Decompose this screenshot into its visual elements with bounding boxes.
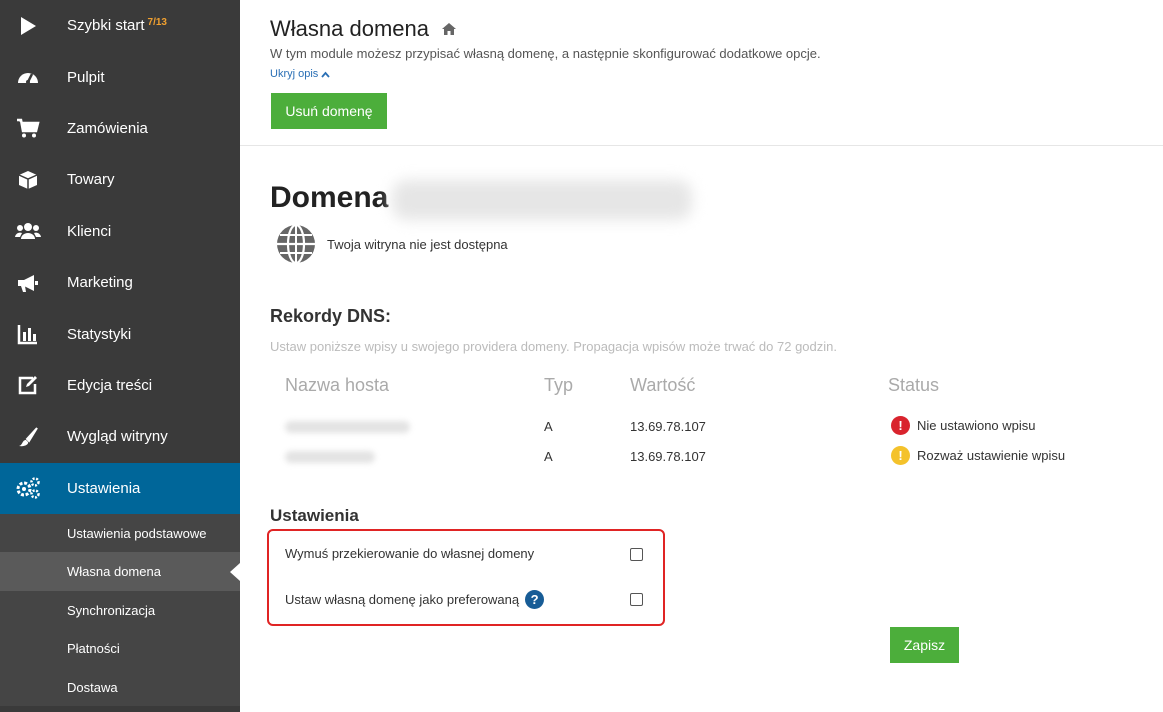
column-header-type: Typ [544, 375, 574, 395]
sidebar-item-pulpit[interactable]: Pulpit [0, 51, 240, 102]
play-icon [15, 13, 41, 39]
record-status: ! Nie ustawiono wpisu [891, 416, 1036, 435]
dns-description: Ustaw poniższe wpisy u swojego providera… [270, 339, 837, 354]
sidebar-item-label: Statystyki [67, 325, 132, 343]
sidebar-item-zamowienia[interactable]: Zamówienia [0, 103, 240, 154]
page-description: W tym module możesz przypisać własną dom… [270, 46, 821, 61]
sidebar-item-label: Szybki start [67, 17, 145, 35]
sidebar-item-label: Klienci [67, 222, 112, 240]
submenu-item-synchronizacja[interactable]: Synchronizacja [0, 591, 240, 630]
error-icon: ! [891, 416, 910, 435]
blurred-hostname [285, 451, 375, 463]
sidebar-item-label: Marketing [67, 274, 133, 292]
column-header-value: Wartość [630, 375, 696, 395]
highlight-box [267, 529, 665, 626]
sidebar-item-label: Wygląd witryny [67, 428, 168, 446]
option-force-redirect: Wymuś przekierowanie do własnej domeny [285, 546, 534, 561]
record-status-text: Nie ustawiono wpisu [917, 418, 1036, 433]
hide-description-link[interactable]: Ukryj opis [270, 68, 330, 80]
settings-submenu: Ustawienia podstawowe Własna domena Sync… [0, 513, 240, 707]
sidebar-item-klienci[interactable]: Klienci [0, 206, 240, 257]
record-status-text: Rozważ ustawienie wpisu [917, 448, 1066, 463]
globe-icon [274, 222, 318, 266]
megaphone-icon [15, 270, 41, 296]
option-label: Ustaw własną domenę jako preferowaną [285, 592, 520, 607]
sidebar: Szybki start 7/13 Pulpit Zamówienia Towar… [0, 0, 240, 712]
domain-title: Domena [270, 181, 389, 214]
progress-badge: 7/13 [147, 17, 167, 29]
sidebar-item-towary[interactable]: Towary [0, 154, 240, 205]
warning-icon: ! [891, 446, 910, 465]
sidebar-item-statystyki[interactable]: Statystyki [0, 308, 240, 359]
blurred-domain-name [392, 180, 692, 220]
sidebar-item-label: Towary [67, 171, 115, 189]
main-content: Własna domena W tym module możesz przypi… [240, 0, 1163, 712]
cart-icon [15, 115, 41, 141]
users-icon [15, 218, 41, 244]
record-status: ! Rozważ ustawienie wpisu [891, 446, 1065, 465]
page-title-text: Własna domena [270, 16, 429, 41]
edit-icon [15, 372, 41, 398]
divider [240, 145, 1163, 146]
brush-icon [15, 424, 41, 450]
sidebar-item-ustawienia[interactable]: Ustawienia [0, 462, 240, 514]
submenu-item-ustawienia-podstawowe[interactable]: Ustawienia podstawowe [0, 514, 240, 553]
submenu-item-wlasna-domena[interactable]: Własna domena [0, 552, 240, 591]
sidebar-item-szybki-start[interactable]: Szybki start 7/13 [0, 0, 240, 51]
option-label: Wymuś przekierowanie do własnej domeny [285, 546, 535, 561]
sidebar-item-wyglad-witryny[interactable]: Wygląd witryny [0, 411, 240, 462]
home-icon[interactable] [441, 16, 457, 42]
preferred-domain-checkbox[interactable] [630, 593, 643, 606]
force-redirect-checkbox[interactable] [630, 548, 643, 561]
hide-description-label: Ukryj opis [270, 68, 319, 80]
column-header-host: Nazwa hosta [285, 375, 390, 395]
record-type: A [544, 419, 553, 434]
help-icon[interactable]: ? [525, 590, 545, 609]
option-preferred-domain: Ustaw własną domenę jako preferowaną ? [285, 590, 545, 609]
page-title: Własna domena [270, 16, 457, 42]
sidebar-item-label: Pulpit [67, 68, 105, 86]
dashboard-icon [15, 64, 41, 90]
sidebar-item-label: Ustawienia [67, 479, 141, 497]
box-icon [15, 167, 41, 193]
site-status-text: Twoja witryna nie jest dostępna [327, 237, 508, 252]
chevron-up-icon [321, 71, 330, 78]
sidebar-item-label: Edycja treści [67, 376, 153, 394]
sidebar-item-label: Zamówienia [67, 119, 148, 137]
dns-section-title: Rekordy DNS: [270, 306, 392, 326]
submenu-item-platnosci[interactable]: Płatności [0, 629, 240, 668]
remove-domain-button[interactable]: Usuń domenę [271, 93, 387, 129]
column-header-status: Status [888, 375, 940, 395]
save-button[interactable]: Zapisz [890, 627, 959, 663]
gears-icon [15, 475, 41, 501]
record-type: A [544, 449, 553, 464]
submenu-item-dostawa[interactable]: Dostawa [0, 668, 240, 707]
record-value: 13.69.78.107 [630, 449, 706, 464]
sidebar-item-marketing[interactable]: Marketing [0, 257, 240, 308]
bar-chart-icon [15, 321, 41, 347]
sidebar-item-edycja-tresci[interactable]: Edycja treści [0, 360, 240, 411]
record-value: 13.69.78.107 [630, 419, 706, 434]
blurred-hostname [285, 421, 410, 433]
settings-section-title: Ustawienia [270, 506, 359, 525]
